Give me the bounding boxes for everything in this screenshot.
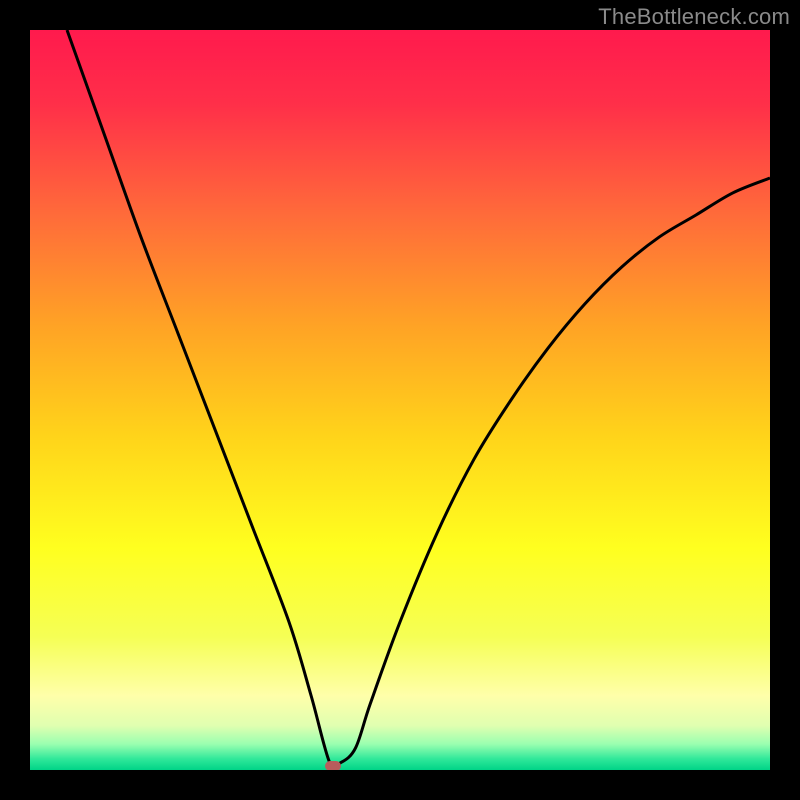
watermark-text: TheBottleneck.com (598, 4, 790, 30)
optimal-point-marker (325, 761, 341, 770)
plot-area (30, 30, 770, 770)
bottleneck-curve (30, 30, 770, 770)
chart-frame: TheBottleneck.com (0, 0, 800, 800)
